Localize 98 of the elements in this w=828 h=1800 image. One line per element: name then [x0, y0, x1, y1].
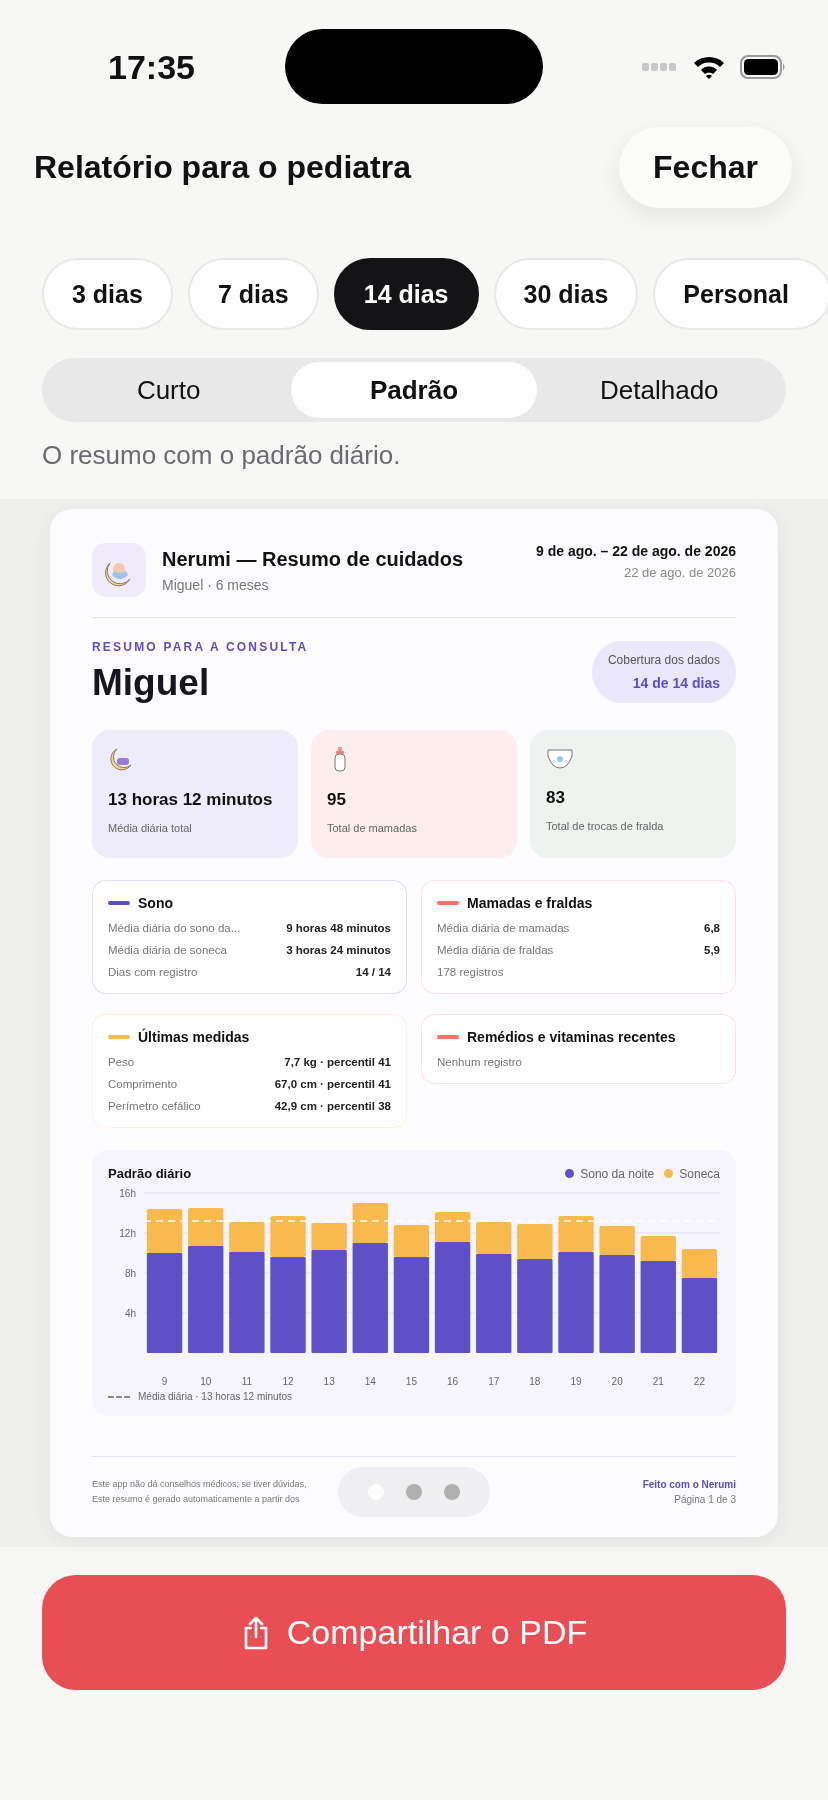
axis-tick-label: 11	[241, 1376, 253, 1387]
legend-label: Soneca	[679, 1166, 720, 1181]
nap-bar	[558, 1216, 594, 1252]
range-chip[interactable]: 3 dias	[42, 258, 173, 330]
axis-tick-label: 14	[364, 1376, 376, 1387]
nap-bar	[640, 1236, 676, 1261]
axis-tick-label: 16	[447, 1376, 459, 1387]
coverage-value: 14 de 14 dias	[632, 675, 720, 691]
dashed-line-icon	[108, 1394, 130, 1399]
report-subtitle: Miguel · 6 meses	[162, 576, 270, 593]
axis-tick-label: 8h	[124, 1268, 136, 1279]
row-label: Peso	[108, 1055, 135, 1070]
row-value: 9 horas 48 minutos	[286, 921, 391, 936]
axis-tick-label: 9	[161, 1376, 168, 1387]
axis-tick-label: 4h	[124, 1308, 136, 1319]
axis-tick-label: 20	[611, 1376, 623, 1387]
stat-value: 83	[546, 788, 566, 808]
nap-bar	[476, 1222, 512, 1254]
row-value: 3 horas 24 minutos	[286, 943, 391, 958]
page-dot[interactable]	[406, 1484, 422, 1500]
moon-pillow-icon	[108, 746, 134, 772]
page-dot[interactable]	[444, 1484, 460, 1500]
row-value: 14 / 14	[355, 965, 391, 980]
page-number: Página 1 de 3	[673, 1494, 736, 1505]
nap-bar	[681, 1249, 718, 1278]
chart-title: Padrão diário	[108, 1166, 192, 1181]
child-name: Miguel	[92, 662, 211, 704]
stat-value: 13 horas 12 minutos	[108, 790, 274, 810]
legend-label: Média diária · 13 horas 12 minutos	[138, 1391, 292, 1402]
row-label: Média diária de fraldas	[437, 943, 554, 958]
axis-tick-label: 22	[693, 1376, 705, 1387]
axis-tick-label: 21	[652, 1376, 664, 1387]
nap-bar	[434, 1212, 471, 1242]
row-label: Nenhum registro	[437, 1055, 522, 1070]
legend-label: Sono da noite	[580, 1166, 655, 1181]
section-title: Mamadas e fraldas	[467, 895, 593, 911]
nap-bar	[599, 1226, 635, 1255]
axis-tick-label: 17	[488, 1376, 500, 1387]
axis-tick-label: 13	[323, 1376, 335, 1387]
row-value: 7,7 kg · percentil 41	[284, 1055, 391, 1070]
axis-tick-label: 12	[282, 1376, 294, 1387]
nap-bar	[188, 1208, 224, 1246]
nap-bar	[270, 1216, 306, 1257]
row-value: 42,9 cm · percentil 38	[274, 1099, 391, 1114]
row-label: Dias com registro	[108, 965, 198, 980]
axis-tick-label: 10	[200, 1376, 212, 1387]
section-title: Últimas medidas	[138, 1029, 250, 1045]
section-title: Sono	[138, 895, 173, 911]
axis-tick-label: 12h	[119, 1228, 136, 1239]
row-value: 6,8	[704, 921, 720, 936]
row-value: 5,9	[704, 943, 720, 958]
range-chip[interactable]: 14 dias	[333, 258, 479, 330]
row-label: Comprimento	[108, 1077, 178, 1092]
nap-bar	[393, 1225, 430, 1257]
range-chip[interactable]: Personal	[653, 258, 828, 330]
nap-bar	[517, 1224, 553, 1259]
disclaimer-text: Este resumo é gerado automaticamente a partir dos	[92, 1493, 301, 1506]
row-label: Média diária de soneca	[108, 943, 227, 958]
segment-tab[interactable]: Curto	[46, 362, 292, 418]
axis-tick-label: 15	[405, 1376, 417, 1387]
axis-tick-label: 16h	[119, 1188, 136, 1199]
stat-label: Média diária total	[108, 822, 193, 834]
wifi-icon	[692, 55, 726, 79]
nap-bar	[146, 1209, 183, 1253]
range-chip[interactable]: 7 dias	[187, 258, 319, 330]
close-button[interactable]: Fechar	[619, 127, 792, 208]
page-title: Relatório para o pediatra	[34, 149, 411, 186]
section-title: Remédios e vitaminas recentes	[467, 1029, 676, 1045]
stat-label: Total de trocas de fralda	[546, 820, 665, 832]
row-label: 178 registros	[437, 965, 504, 980]
row-value: 67,0 cm · percentil 41	[274, 1077, 391, 1092]
nap-bar	[229, 1222, 265, 1252]
disclaimer-text: Este app não dá conselhos médicos; se tiver dúvidas,	[92, 1478, 308, 1491]
status-time: 17:35	[108, 48, 195, 87]
section-kicker: RESUMO PARA A CONSULTA	[92, 640, 309, 654]
row-label: Perímetro cefálico	[108, 1099, 201, 1114]
share-button[interactable]: Compartilhar o PDF	[42, 1575, 786, 1690]
row-label: Média diária de mamadas	[437, 921, 570, 936]
nap-bar	[352, 1203, 388, 1243]
stat-value: 95	[327, 790, 347, 810]
report-period: 9 de ago. – 22 de ago. de 2026	[536, 543, 736, 559]
diaper-icon	[546, 746, 574, 770]
axis-tick-label: 19	[570, 1376, 582, 1387]
detail-description: O resumo com o padrão diário.	[42, 440, 402, 471]
report-title: Nerumi — Resumo de cuidados	[162, 547, 465, 571]
signal-icon	[642, 63, 678, 71]
stat-label: Total de mamadas	[327, 822, 418, 834]
segment-tab[interactable]: Detalhado	[536, 362, 782, 418]
battery-icon	[740, 55, 786, 79]
coverage-label: Cobertura dos dados	[607, 653, 720, 667]
made-with-link[interactable]: Feito com o Nerumi	[498, 1479, 736, 1490]
row-label: Média diária do sono da...	[108, 921, 241, 936]
nap-bar	[311, 1223, 347, 1250]
report-date: 22 de ago. de 2026	[622, 565, 736, 580]
axis-tick-label: 18	[529, 1376, 541, 1387]
range-chip[interactable]: 30 dias	[493, 258, 639, 330]
segment-tab[interactable]: Padrão	[291, 362, 537, 418]
baby-moon-icon	[92, 543, 146, 597]
